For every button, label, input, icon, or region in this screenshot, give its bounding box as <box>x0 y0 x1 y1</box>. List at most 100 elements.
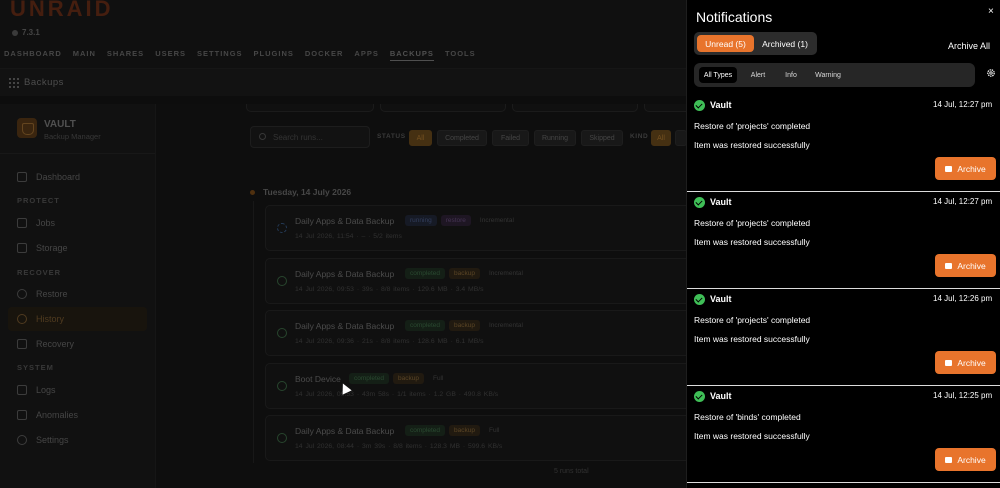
sidebar-item-jobs[interactable]: Jobs <box>8 211 147 235</box>
sidebar-header: VAULT Backup Manager <box>0 104 155 154</box>
kind-chip-all[interactable]: All <box>651 130 671 146</box>
status-chip-completed[interactable]: Completed <box>437 130 487 146</box>
archive-label: Archive <box>957 454 986 465</box>
nav-dashboard[interactable]: DASHBOARD <box>4 49 62 61</box>
mode-label: Full <box>488 427 500 434</box>
clock-icon <box>17 314 27 324</box>
nav-backups[interactable]: BACKUPS <box>389 49 434 61</box>
notification-subject: Restore of 'projects' completed <box>694 218 811 228</box>
archive-icon <box>945 359 953 366</box>
notification-time: 14 Jul, 12:26 pm <box>933 294 993 303</box>
sidebar-item-history[interactable]: History <box>8 307 147 331</box>
version-label: 7.3.1 <box>12 28 40 37</box>
type-warning[interactable]: Warning <box>811 67 845 83</box>
timeline-dot <box>250 190 255 196</box>
run-card[interactable]: Daily Apps & Data Backup completed backu… <box>265 258 686 304</box>
gear-icon[interactable] <box>986 68 996 78</box>
app-subtitle: Backup Manager <box>44 132 101 141</box>
type-filter: All Types Alert Info Warning <box>694 63 975 87</box>
archive-all-button[interactable]: Archive All <box>948 41 990 51</box>
notification-time: 14 Jul, 12:27 pm <box>933 197 993 206</box>
sidebar-item-restore[interactable]: Restore <box>8 282 147 306</box>
nav-settings[interactable]: SETTINGS <box>197 49 243 61</box>
run-card[interactable]: Daily Apps & Data Backup running restore… <box>265 205 686 251</box>
archive-button[interactable]: Archive <box>935 448 996 471</box>
run-card[interactable]: Daily Apps & Data Backup completed backu… <box>265 415 686 461</box>
run-card[interactable]: Boot Device completed backup Full 14 Jul… <box>265 363 686 409</box>
nav-plugins[interactable]: PLUGINS <box>254 49 294 61</box>
run-name: Daily Apps & Data Backup <box>295 216 395 226</box>
stat-card <box>644 104 686 112</box>
section-system: SYSTEM <box>17 363 54 372</box>
status-chip-skipped[interactable]: Skipped <box>581 130 623 146</box>
notification-time: 14 Jul, 12:25 pm <box>933 391 993 400</box>
kind-chip[interactable] <box>675 130 686 146</box>
run-meta: 14 Jul 2026, 09:53 · 43m 58s · 1/1 items… <box>295 391 499 398</box>
run-name: Daily Apps & Data Backup <box>295 321 395 331</box>
kind-badge: backup <box>393 373 424 384</box>
run-meta: 14 Jul 2026, 09:36 · 21s · 8/8 items · 1… <box>295 338 484 345</box>
tab-archived[interactable]: Archived (1) <box>756 35 814 52</box>
mode-label: Incremental <box>488 322 523 329</box>
nav-users[interactable]: USERS <box>155 49 186 61</box>
type-alert[interactable]: Alert <box>746 67 770 83</box>
run-badges: completed backup Incremental <box>405 268 528 279</box>
notification-description: Item was restored successfully <box>694 334 810 344</box>
notifications-panel: Notifications × Unread (5) Archived (1) … <box>686 0 1000 488</box>
run-badges: completed backup Full <box>349 373 448 384</box>
status-chip-running[interactable]: Running <box>534 130 576 146</box>
sidebar-item-storage[interactable]: Storage <box>8 236 147 260</box>
date-label: Tuesday, 14 July 2026 <box>263 187 352 197</box>
sidebar-item-logs[interactable]: Logs <box>8 378 147 402</box>
archive-icon <box>945 456 953 463</box>
status-chip-failed[interactable]: Failed <box>492 130 529 146</box>
mode-label: Incremental <box>488 270 523 277</box>
search-input[interactable]: Search runs... <box>250 126 370 148</box>
notification-source: Vault <box>710 100 732 110</box>
mode-label: Full <box>432 375 444 382</box>
kind-badge: backup <box>449 320 480 331</box>
nav-docker[interactable]: DOCKER <box>305 49 344 61</box>
notification-item: Vault 14 Jul, 12:26 pm Restore of 'proje… <box>687 289 1000 386</box>
sidebar-item-settings[interactable]: Settings <box>8 428 147 452</box>
close-icon[interactable]: × <box>988 6 994 17</box>
tab-unread[interactable]: Unread (5) <box>697 35 754 52</box>
sync-icon <box>277 223 287 233</box>
status-chip-all[interactable]: All <box>409 130 432 146</box>
notification-subject: Restore of 'projects' completed <box>694 121 811 131</box>
notification-source: Vault <box>710 294 732 304</box>
check-circle-icon <box>277 433 287 443</box>
notification-time: 14 Jul, 12:27 pm <box>933 100 993 109</box>
run-card[interactable]: Daily Apps & Data Backup completed backu… <box>265 310 686 356</box>
run-badges: completed backup Incremental <box>405 320 528 331</box>
sidebar-item-anomalies[interactable]: Anomalies <box>8 403 147 427</box>
archive-button[interactable]: Archive <box>935 351 996 374</box>
nav-apps[interactable]: APPS <box>354 49 378 61</box>
status-badge: completed <box>349 373 389 384</box>
type-all[interactable]: All Types <box>699 67 737 83</box>
notification-subject: Restore of 'binds' completed <box>694 412 801 422</box>
kind-badge: backup <box>449 425 480 436</box>
read-state-tabs: Unread (5) Archived (1) <box>694 32 817 55</box>
document-icon <box>17 385 27 395</box>
sidebar-item-label: Recovery <box>36 339 75 349</box>
check-circle-icon <box>694 294 705 305</box>
nav-tools[interactable]: TOOLS <box>445 49 476 61</box>
nav-shares[interactable]: SHARES <box>107 49 144 61</box>
kind-badge: restore <box>440 215 471 226</box>
notification-description: Item was restored successfully <box>694 140 810 150</box>
type-info[interactable]: Info <box>780 67 802 83</box>
run-meta: 14 Jul 2026, 09:53 · 39s · 8/8 items · 1… <box>295 286 484 293</box>
archive-button[interactable]: Archive <box>935 254 996 277</box>
sidebar-item-recovery[interactable]: Recovery <box>8 332 147 356</box>
mode-label: Incremental <box>479 217 514 224</box>
archive-button[interactable]: Archive <box>935 157 996 180</box>
sidebar-item-dashboard[interactable]: Dashboard <box>8 165 147 189</box>
search-icon <box>259 133 266 140</box>
unraid-logo[interactable]: UNRAID <box>10 0 114 22</box>
notification-item: Vault 14 Jul, 12:27 pm Restore of 'proje… <box>687 95 1000 192</box>
archive-icon <box>945 165 953 172</box>
sidebar-item-label: Jobs <box>36 218 56 228</box>
screen: UNRAID 7.3.1 DASHBOARD MAIN SHARES USERS… <box>0 0 1000 488</box>
nav-main[interactable]: MAIN <box>73 49 96 61</box>
